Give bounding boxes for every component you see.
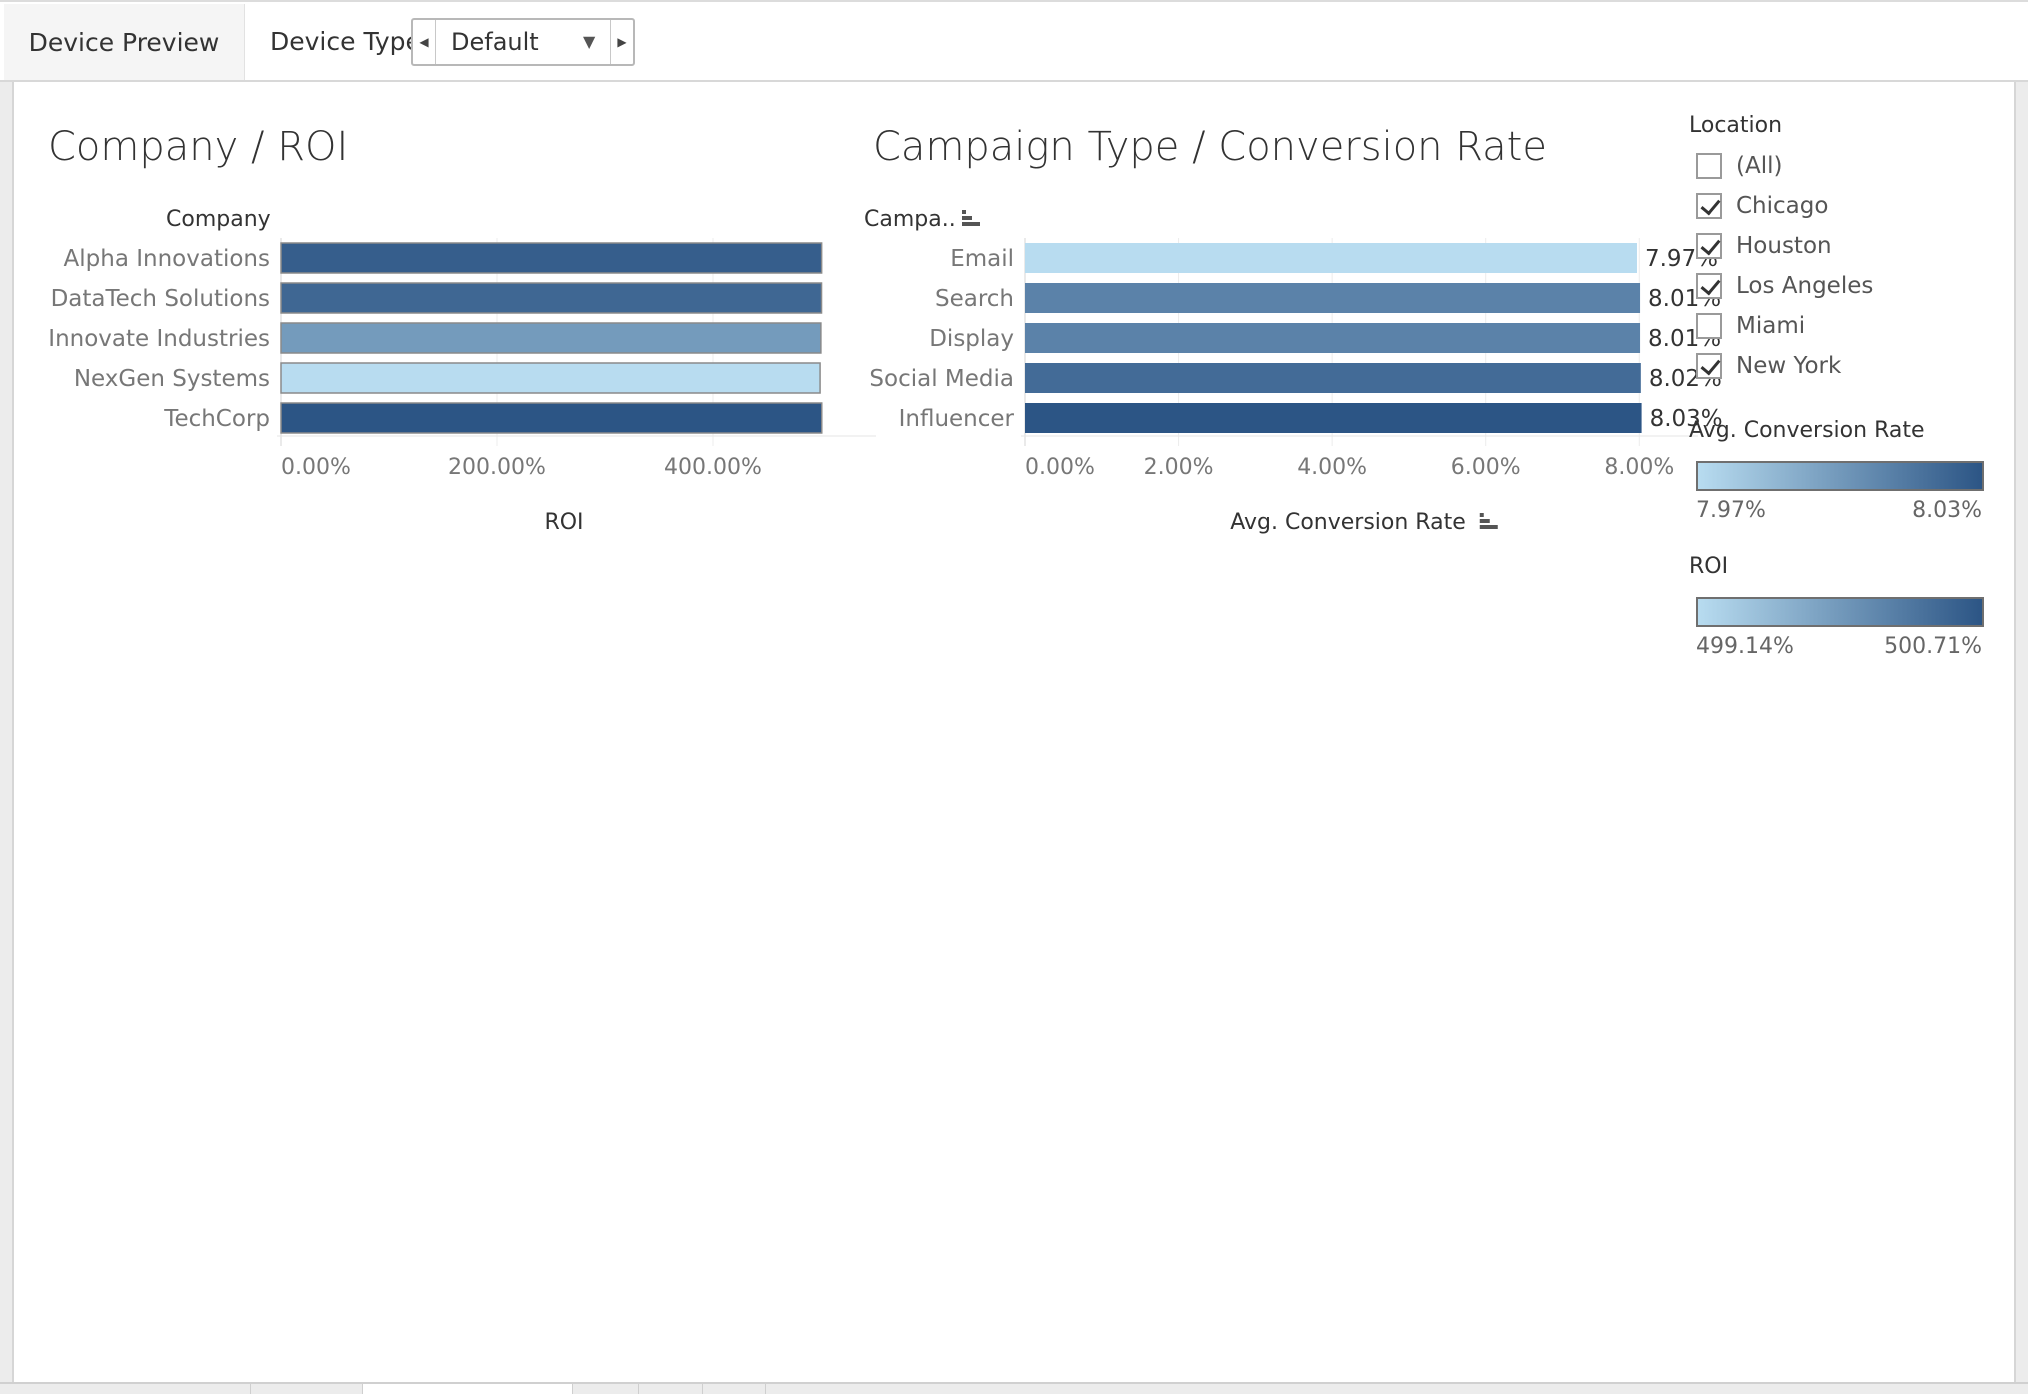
location-filter-item[interactable]: Los Angeles (1696, 268, 1916, 304)
checkbox[interactable] (1696, 193, 1722, 219)
conversion-axis-title: Avg. Conversion Rate (1230, 510, 1466, 535)
conversion-category-label: Social Media (869, 366, 1014, 392)
checkbox[interactable] (1696, 313, 1722, 339)
location-filter-label: New York (1736, 353, 1842, 379)
location-filter-title: Location (1689, 113, 1783, 138)
sort-icon[interactable] (1479, 513, 1498, 529)
conversion-bar (1025, 323, 1641, 353)
conversion-bar (1025, 283, 1641, 313)
conversion-tick-label: 2.00% (1144, 455, 1214, 480)
conversion-category-label: Search (935, 286, 1014, 312)
roi-legend-title: ROI (1689, 554, 1729, 579)
sort-icon-bar (962, 210, 966, 214)
roi-category-label: NexGen Systems (74, 366, 270, 392)
location-filter-label: (All) (1736, 153, 1783, 179)
conversion-category-label: Influencer (899, 406, 1015, 432)
roi-legend-min: 499.14% (1696, 634, 1794, 659)
location-filter-item[interactable]: Houston (1696, 228, 1916, 264)
conversion-legend-max: 8.03% (1912, 498, 1982, 523)
roi-bar (280, 402, 823, 434)
roi-bar (280, 362, 821, 394)
location-filter-item[interactable]: New York (1696, 348, 1916, 384)
conversion-tick-label: 0.00% (1025, 455, 1095, 480)
roi-bar (280, 282, 823, 314)
sort-icon-bar (962, 222, 980, 226)
location-filter-label: Chicago (1736, 193, 1829, 219)
roi-color-scale (1696, 597, 1984, 627)
roi-tick-label: 200.00% (448, 455, 546, 480)
conversion-tick-label: 8.00% (1604, 455, 1674, 480)
roi-category-label: Innovate Industries (48, 326, 270, 352)
roi-bar (280, 242, 823, 274)
checkbox[interactable] (1696, 233, 1722, 259)
sort-icon-bar (1479, 525, 1498, 529)
sort-icon-bar (962, 216, 972, 220)
checkbox[interactable] (1696, 153, 1722, 179)
roi-bar (280, 322, 822, 354)
conversion-bar (1025, 243, 1637, 273)
sort-icon-bar (1479, 519, 1490, 523)
location-filter-label: Miami (1736, 313, 1806, 339)
conversion-row-header: Campa.. (864, 207, 956, 232)
conversion-legend-title: Avg. Conversion Rate (1689, 418, 1925, 443)
conversion-tick-label: 4.00% (1297, 455, 1367, 480)
conversion-legend-min: 7.97% (1696, 498, 1766, 523)
roi-category-label: TechCorp (163, 406, 270, 432)
roi-row-header: Company (166, 207, 271, 232)
conversion-bar (1025, 403, 1642, 433)
checkbox[interactable] (1696, 273, 1722, 299)
location-filter-label: Houston (1736, 233, 1832, 259)
checkbox[interactable] (1696, 353, 1722, 379)
conversion-category-label: Email (950, 246, 1014, 272)
conversion-category-label: Display (929, 326, 1014, 352)
roi-axis-title: ROI (544, 510, 583, 535)
sort-icon-bar (1479, 513, 1484, 517)
roi-legend-max: 500.71% (1884, 634, 1982, 659)
roi-tick-label: 400.00% (664, 455, 762, 480)
conversion-tick-label: 6.00% (1451, 455, 1521, 480)
roi-category-label: Alpha Innovations (64, 246, 270, 272)
location-filter-item[interactable]: Chicago (1696, 188, 1916, 224)
location-filter-item[interactable]: Miami (1696, 308, 1916, 344)
conversion-color-scale (1696, 461, 1984, 491)
roi-tick-label: 0.00% (281, 455, 351, 480)
location-filter-item[interactable]: (All) (1696, 148, 1916, 184)
location-filter-label: Los Angeles (1736, 273, 1874, 299)
conversion-bar (1025, 363, 1641, 393)
sort-icon[interactable] (962, 210, 980, 226)
roi-category-label: DataTech Solutions (51, 286, 270, 312)
